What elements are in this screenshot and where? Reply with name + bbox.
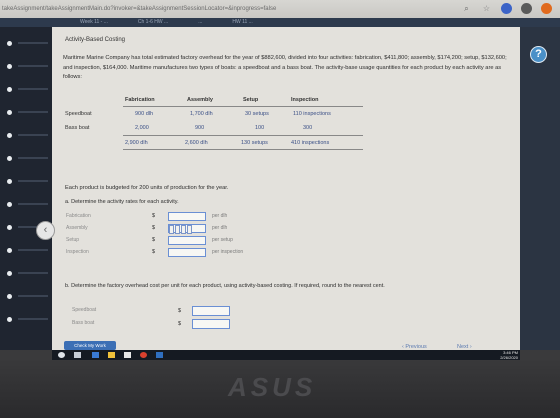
table-cell: 110 inspections <box>293 111 331 117</box>
table-cell: 1,700 dlh <box>190 111 213 117</box>
unit-label: per inspection <box>212 249 244 255</box>
currency-symbol: $ <box>178 321 182 327</box>
course-tab-strip: Week 11 - ... Ch 1-6 HW ... ... HW 11 ..… <box>0 18 560 27</box>
taskbar: 3:46 PM 2/26/2020 <box>52 350 520 360</box>
profile-icon[interactable] <box>541 3 552 14</box>
part-b-prompt: b. Determine the factory overhead cost p… <box>65 283 385 289</box>
question-nav-item[interactable] <box>7 248 12 253</box>
start-icon[interactable] <box>58 352 65 358</box>
decimal-box[interactable] <box>187 225 192 234</box>
url-text: takeAssignment/takeAssignmentMain.do?inv… <box>2 6 277 12</box>
table-cell: Speedboat <box>65 111 92 117</box>
question-nav-item[interactable] <box>7 294 12 299</box>
bassboat-cost-input[interactable] <box>192 319 230 329</box>
collapse-sidebar-button[interactable]: ‹ <box>36 221 55 240</box>
question-nav-item[interactable] <box>7 271 12 276</box>
file-explorer-icon[interactable] <box>108 352 115 358</box>
speedboat-label: Speedboat <box>72 307 97 313</box>
currency-symbol: $ <box>152 249 156 255</box>
unit-label: per setup <box>212 237 233 243</box>
question-nav-item[interactable] <box>7 179 12 184</box>
question-nav-item[interactable] <box>7 110 12 115</box>
table-cell: 2,900 dlh <box>125 140 148 146</box>
speedboat-cost-input[interactable] <box>192 306 230 316</box>
currency-symbol: $ <box>152 213 156 219</box>
table-cell: Bass boat <box>65 125 90 131</box>
tab-3[interactable]: ... <box>198 18 202 27</box>
unit-label: per dlh <box>212 225 228 231</box>
question-nav-item[interactable] <box>7 225 12 230</box>
table-cell: 130 setups <box>241 140 268 146</box>
inspection-label: Inspection <box>66 249 89 255</box>
table-header: Setup <box>243 97 259 103</box>
part-a-prompt: a. Determine the activity rates for each… <box>65 199 179 205</box>
address-bar[interactable]: takeAssignment/takeAssignmentMain.do?inv… <box>0 0 560 18</box>
extension-icon-2[interactable] <box>521 3 532 14</box>
browser-toolbar-icons: ⌕ ☆ <box>461 3 552 14</box>
question-panel: Activity-Based Costing Maritime Marine C… <box>52 27 520 350</box>
tab-1[interactable]: Week 11 - ... <box>80 18 108 27</box>
right-sidebar <box>520 27 560 350</box>
question-nav-sidebar <box>0 27 52 350</box>
tab-4[interactable]: HW 11 ... <box>232 18 252 27</box>
table-header: Assembly <box>187 97 213 103</box>
help-button[interactable]: ? <box>530 46 547 63</box>
tab-2[interactable]: Ch 1-6 HW ... <box>138 18 168 27</box>
store-icon[interactable] <box>124 352 131 358</box>
table-cell: 300 <box>303 125 313 131</box>
check-my-work-button[interactable]: Check My Work <box>64 341 116 350</box>
system-clock[interactable]: 3:46 PM 2/26/2020 <box>500 350 518 360</box>
asus-logo: ASUS <box>228 372 317 402</box>
table-cell: 900 <box>195 125 205 131</box>
currency-symbol: $ <box>152 225 156 231</box>
inspection-rate-input[interactable] <box>168 248 206 257</box>
unit-label: per dlh <box>212 213 228 219</box>
currency-symbol: $ <box>178 308 182 314</box>
page-title: Activity-Based Costing <box>65 37 126 43</box>
currency-symbol: $ <box>152 237 156 243</box>
table-cell: 2,000 <box>135 125 149 131</box>
decimal-box[interactable] <box>181 225 186 234</box>
app-icon[interactable] <box>156 352 163 358</box>
question-nav-item[interactable] <box>7 202 12 207</box>
table-header: Inspection <box>291 97 319 103</box>
bassboat-label: Bass boat <box>72 320 95 326</box>
table-cell: 410 inspections <box>291 140 330 146</box>
setup-rate-input[interactable] <box>168 236 206 245</box>
table-header: Fabrication <box>125 97 155 103</box>
fabrication-label: Fabrication <box>66 213 91 219</box>
table-cell: 100 <box>255 125 265 131</box>
decimal-box[interactable] <box>169 225 174 234</box>
problem-statement: Maritime Marine Company has total estima… <box>63 55 507 80</box>
fabrication-rate-input[interactable] <box>168 212 206 221</box>
production-note: Each product is budgeted for 200 units o… <box>65 185 229 191</box>
setup-label: Setup <box>66 237 80 243</box>
star-icon[interactable]: ☆ <box>481 3 492 14</box>
question-nav-item[interactable] <box>7 41 12 46</box>
search-icon[interactable]: ⌕ <box>461 3 472 14</box>
table-cell: 900 dlh <box>135 111 154 117</box>
question-nav-item[interactable] <box>7 64 12 69</box>
edge-icon[interactable] <box>92 352 99 358</box>
task-view-icon[interactable] <box>74 352 81 358</box>
table-cell: 2,600 dlh <box>185 140 208 146</box>
question-nav-item[interactable] <box>7 156 12 161</box>
decimal-box[interactable] <box>175 225 180 234</box>
question-nav-item[interactable] <box>7 317 12 322</box>
question-nav-item[interactable] <box>7 133 12 138</box>
assembly-label: Assembly <box>66 225 88 231</box>
table-cell: 30 setups <box>245 111 269 117</box>
chrome-icon[interactable] <box>140 352 147 358</box>
question-nav-item[interactable] <box>7 87 12 92</box>
extension-icon[interactable] <box>501 3 512 14</box>
